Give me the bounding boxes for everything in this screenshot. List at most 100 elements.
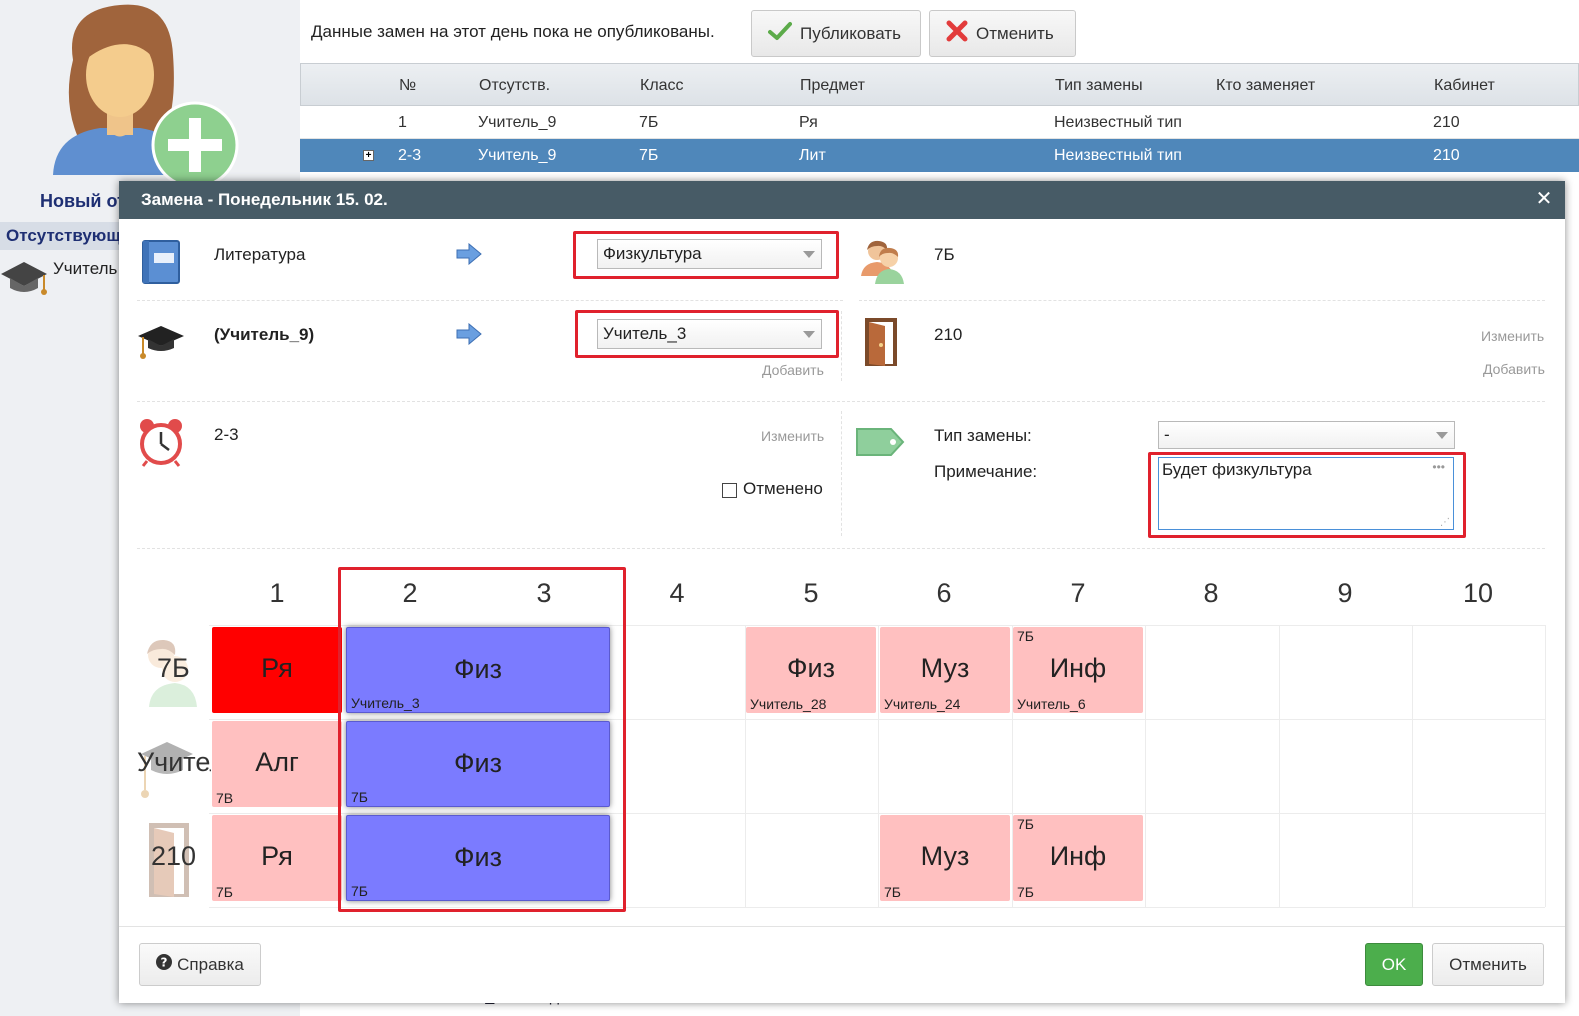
- grid-line: [1412, 625, 1413, 907]
- absent-item-label: Учитель: [53, 259, 118, 278]
- type-select[interactable]: -: [1158, 421, 1455, 449]
- lesson-class: 7В: [216, 790, 234, 806]
- class-value: 7Б: [934, 245, 955, 264]
- check-icon: [768, 21, 792, 46]
- period-header: 1: [269, 578, 285, 608]
- cell-class: 7Б: [639, 114, 659, 131]
- more-icon[interactable]: •••: [1432, 460, 1445, 474]
- door-icon: [861, 316, 901, 373]
- cancelled-label: Отменено: [743, 479, 823, 498]
- period-change-link[interactable]: Изменить: [761, 428, 824, 444]
- unpublished-notice: Данные замен на этот день пока не опубли…: [311, 22, 715, 41]
- lesson-subject: Алг: [255, 747, 299, 777]
- chevron-down-icon: [803, 251, 815, 258]
- svg-text:?: ?: [161, 956, 168, 970]
- cell-subject: Ря: [799, 114, 818, 131]
- graduation-cap-icon: [137, 324, 185, 367]
- lesson-cell[interactable]: Муз 7Б: [880, 815, 1010, 901]
- lesson-class: 7Б: [1017, 816, 1034, 832]
- lesson-teacher: Учитель_28: [750, 696, 827, 712]
- tag-icon: [855, 425, 905, 464]
- lesson-teacher: Учитель_6: [1017, 696, 1086, 712]
- cancel-label: Отменить: [1449, 954, 1527, 974]
- lesson-cell[interactable]: Физ Учитель_28: [746, 627, 876, 713]
- add-teacher-link[interactable]: Добавить: [762, 362, 824, 378]
- room-change-link[interactable]: Изменить: [1481, 328, 1544, 344]
- expand-row-icon[interactable]: +: [363, 150, 374, 161]
- cancel-button[interactable]: Отменить: [1432, 943, 1544, 986]
- cell-absent: Учитель_9: [478, 114, 557, 131]
- teacher-select[interactable]: Учитель_3: [597, 319, 822, 349]
- divider: [859, 300, 1545, 301]
- col-header-class[interactable]: Класс: [640, 64, 684, 107]
- lesson-class: 7Б: [884, 884, 901, 900]
- ok-button[interactable]: OK: [1365, 943, 1423, 986]
- alarm-clock-icon: [137, 417, 185, 472]
- dialog-title: Замена - Понедельник 15. 02.: [141, 190, 388, 209]
- book-icon: [141, 239, 181, 290]
- col-header-type[interactable]: Тип замены: [1055, 64, 1143, 107]
- lesson-cell[interactable]: Муз Учитель_24: [880, 627, 1010, 713]
- lesson-cell[interactable]: 7Б Инф 7Б: [1013, 815, 1143, 901]
- question-icon: ?: [156, 954, 173, 975]
- arrow-right-icon: [456, 322, 482, 350]
- class-people-icon: [857, 236, 907, 291]
- table-row-selected[interactable]: + 2-3 Учитель_9 7Б Лит Неизвестный тип 2…: [300, 139, 1579, 172]
- cell-type: Неизвестный тип: [1054, 147, 1182, 164]
- lesson-subject: Физ: [787, 653, 835, 683]
- note-value: Будет физкультура: [1162, 460, 1312, 479]
- publish-label: Публиковать: [800, 23, 901, 43]
- period-header: 7: [1070, 578, 1086, 608]
- table-row[interactable]: 1 Учитель_9 7Б Ря Неизвестный тип 210: [300, 106, 1579, 139]
- type-label: Тип замены:: [934, 426, 1032, 445]
- note-textarea[interactable]: Будет физкультура ••• ⋰: [1158, 457, 1454, 530]
- dialog-header: Замена - Понедельник 15. 02. ✕: [119, 181, 1565, 219]
- room-add-link[interactable]: Добавить: [1483, 361, 1545, 377]
- lesson-subject: Ря: [261, 653, 293, 683]
- resize-handle-icon[interactable]: ⋰: [1440, 517, 1450, 528]
- publish-button[interactable]: Публиковать: [751, 10, 921, 57]
- teacher-from: (Учитель_9): [214, 325, 315, 344]
- col-header-subject[interactable]: Предмет: [800, 64, 865, 107]
- subject-from: Литература: [214, 245, 306, 264]
- teacher-select-value: Учитель_3: [603, 324, 687, 343]
- lesson-cell[interactable]: Ря: [212, 627, 342, 713]
- lesson-cell[interactable]: 7Б Инф Учитель_6: [1013, 627, 1143, 713]
- note-label: Примечание:: [934, 462, 1038, 481]
- col-header-who[interactable]: Кто заменяет: [1216, 64, 1315, 107]
- cell-type: Неизвестный тип: [1054, 114, 1182, 131]
- divider: [119, 926, 1565, 927]
- col-header-num[interactable]: №: [399, 64, 416, 107]
- subject-select-value: Физкультура: [603, 244, 702, 263]
- col-header-absent[interactable]: Отсутств.: [479, 64, 550, 107]
- grid-line: [1145, 625, 1146, 907]
- new-absence-label[interactable]: Новый от: [40, 191, 126, 212]
- cell-num: 2-3: [398, 147, 422, 164]
- cancel-publish-button[interactable]: Отменить: [929, 10, 1076, 57]
- lesson-cell[interactable]: Алг 7В: [212, 721, 342, 807]
- lesson-subject: Муз: [920, 841, 970, 871]
- help-button[interactable]: ? Справка: [139, 943, 261, 986]
- subject-select[interactable]: Физкультура: [597, 239, 822, 269]
- col-header-room[interactable]: Кабинет: [1434, 64, 1495, 107]
- row-label-room: 210: [151, 841, 197, 871]
- arrow-right-icon: [456, 242, 482, 270]
- grid-line: [878, 625, 879, 907]
- cancelled-checkbox[interactable]: [722, 483, 737, 498]
- lesson-cell[interactable]: Ря 7Б: [212, 815, 342, 901]
- divider: [137, 401, 1545, 402]
- cell-subject: Лит: [799, 147, 826, 164]
- close-icon[interactable]: ✕: [1533, 188, 1555, 210]
- lesson-class: 7Б: [216, 884, 233, 900]
- cross-icon: [946, 20, 968, 47]
- divider: [137, 300, 843, 301]
- substitution-dialog: Замена - Понедельник 15. 02. ✕ Литератур…: [119, 181, 1565, 1003]
- period-header: 8: [1203, 578, 1219, 608]
- period-value: 2-3: [214, 425, 239, 444]
- ok-label: OK: [1381, 954, 1407, 974]
- type-select-value: -: [1164, 425, 1170, 444]
- row-label-class: 7Б: [157, 653, 190, 683]
- divider: [137, 548, 1545, 549]
- user-add-icon[interactable]: [45, 0, 245, 189]
- selected-periods-highlight: [338, 567, 626, 912]
